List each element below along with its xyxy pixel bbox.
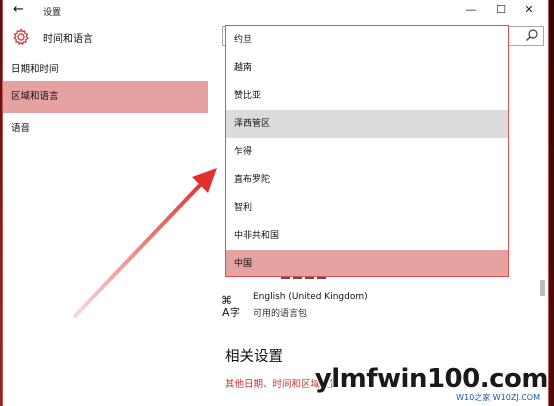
- dropdown-item[interactable]: 越南: [226, 54, 508, 82]
- related-settings-heading: 相关设置: [225, 349, 283, 365]
- sidebar: 日期和时间 区域和语言 语音: [3, 54, 208, 406]
- settings-window: ← 设置 — ☐ ✕ 时间和语言 日期和时间 区域和语言 语音 ⌘ A 字 En…: [3, 0, 548, 406]
- page-title: 时间和语言: [43, 34, 93, 45]
- dropdown-item[interactable]: 智利: [226, 194, 508, 222]
- svg-text:A: A: [222, 306, 230, 318]
- search-icon[interactable]: [525, 28, 539, 42]
- country-dropdown-list[interactable]: 约旦 越南 赞比亚 泽西管区 乍得 直布罗陀 智利 中非共和国 中国: [225, 25, 509, 277]
- page-header: 时间和语言: [3, 22, 208, 54]
- dropdown-item[interactable]: 赞比亚: [226, 82, 508, 110]
- language-name: English (United Kingdom): [253, 292, 368, 302]
- back-arrow-icon[interactable]: ←: [13, 2, 29, 18]
- gear-icon: [13, 28, 29, 46]
- svg-text:字: 字: [230, 306, 240, 318]
- language-status: 可用的语言包: [253, 309, 308, 319]
- watermark-logo: ylmfwin100.com: [314, 364, 549, 394]
- close-button[interactable]: ✕: [516, 2, 542, 18]
- dropdown-item[interactable]: 泽西管区: [226, 110, 508, 138]
- scrollbar-thumb[interactable]: [540, 280, 545, 296]
- language-icon: ⌘ A 字: [221, 294, 240, 318]
- dropdown-item[interactable]: 约旦: [226, 26, 508, 54]
- language-item[interactable]: ⌘ A 字 English (United Kingdom) 可用的语言包: [221, 290, 441, 324]
- title-bar: ← 设置 — ☐ ✕: [3, 0, 548, 22]
- dropdown-item[interactable]: 中非共和国: [226, 222, 508, 250]
- watermark-sub: W10之家 W10ZJ.COM: [456, 393, 540, 402]
- dropdown-item[interactable]: 直布罗陀: [226, 166, 508, 194]
- dropdown-item[interactable]: 乍得: [226, 138, 508, 166]
- window-title: 设置: [43, 8, 62, 18]
- sidebar-item-speech[interactable]: 语音: [3, 113, 208, 145]
- maximize-button[interactable]: ☐: [488, 2, 514, 18]
- dropdown-item-selected[interactable]: 中国: [226, 250, 508, 276]
- sidebar-item-region-language[interactable]: 区域和语言: [3, 81, 208, 113]
- minimize-button[interactable]: —: [458, 2, 484, 18]
